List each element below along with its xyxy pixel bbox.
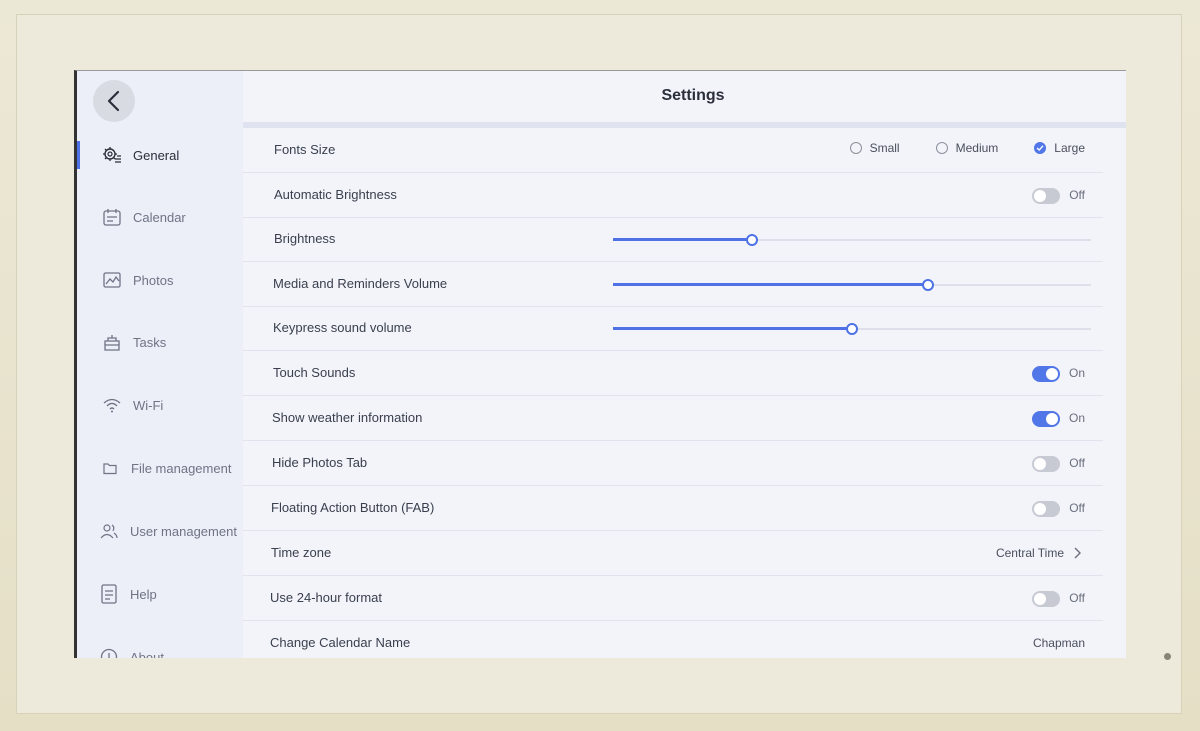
power-indicator: [1164, 653, 1171, 660]
row-label: Keypress sound volume: [273, 320, 412, 335]
calendar-name-value: Chapman: [1032, 636, 1085, 650]
slider-thumb[interactable]: [846, 323, 858, 335]
row-time-zone[interactable]: Time zone Central Time: [243, 532, 1103, 576]
toggle-knob: [1034, 503, 1046, 515]
row-touch-sounds: Touch Sounds On: [243, 352, 1103, 396]
weather-info-toggle[interactable]: [1032, 411, 1060, 427]
row-automatic-brightness: Automatic Brightness Off: [243, 174, 1103, 218]
toggle-state-text: On: [1068, 366, 1085, 380]
sidebar-item-wifi[interactable]: Wi-Fi: [77, 385, 267, 425]
hide-photos-toggle[interactable]: [1032, 456, 1060, 472]
sidebar-item-photos[interactable]: Photos: [77, 260, 267, 300]
sidebar: General Calendar Photos Tasks Wi-Fi File…: [77, 71, 243, 658]
row-hide-photos: Hide Photos Tab Off: [243, 442, 1103, 486]
slider-fill: [613, 327, 852, 330]
fonts-size-radio-group: Small Medium Large: [814, 141, 1085, 155]
info-icon: [98, 646, 120, 658]
row-brightness: Brightness: [243, 218, 1103, 262]
toggle-state-text: Off: [1069, 456, 1085, 470]
row-label: Change Calendar Name: [270, 635, 411, 650]
24-hour-toggle[interactable]: [1032, 591, 1060, 607]
toggle-knob: [1046, 413, 1058, 425]
toggle-state-text: Off: [1069, 188, 1085, 202]
page-title: Settings: [661, 87, 725, 104]
sidebar-item-label: Wi-Fi: [133, 397, 164, 413]
toggle-state-text: Off: [1069, 501, 1085, 515]
keypress-volume-slider[interactable]: [613, 323, 1091, 335]
sidebar-item-label: About: [130, 649, 164, 659]
row-fonts-size: Fonts Size Small Medium Large: [243, 129, 1103, 173]
back-button[interactable]: [93, 80, 135, 122]
folder-icon: [99, 457, 121, 479]
touch-sounds-toggle[interactable]: [1032, 366, 1060, 382]
media-volume-slider[interactable]: [613, 279, 1091, 291]
photo-icon: [101, 269, 123, 291]
sidebar-item-about[interactable]: About: [77, 637, 264, 658]
brightness-slider[interactable]: [613, 234, 1091, 246]
slider-fill: [613, 283, 929, 286]
radio-unchecked-icon: [935, 142, 948, 154]
fab-toggle[interactable]: [1032, 501, 1060, 517]
wifi-icon: [101, 394, 123, 416]
sidebar-item-general[interactable]: General: [77, 135, 267, 175]
row-keypress-volume: Keypress sound volume: [243, 307, 1103, 351]
row-label: Hide Photos Tab: [272, 455, 368, 470]
slider-fill: [613, 238, 752, 241]
sidebar-item-label: User management: [130, 523, 237, 539]
radio-label: Large: [1054, 141, 1085, 155]
row-label: Use 24-hour format: [270, 590, 382, 605]
radio-label: Small: [869, 141, 900, 155]
gear-list-icon: [101, 144, 123, 166]
radio-label: Medium: [955, 141, 999, 155]
row-label: Brightness: [274, 231, 336, 246]
slider-thumb[interactable]: [922, 279, 935, 291]
chevron-left-icon: [107, 90, 120, 112]
settings-panel: Settings Fonts Size Small Medium Large A…: [243, 71, 1126, 658]
row-label: Floating Action Button (FAB): [271, 500, 435, 515]
row-label: Touch Sounds: [273, 365, 356, 380]
chevron-right-icon: [1074, 547, 1081, 559]
toggle-state-text: On: [1068, 411, 1085, 425]
sidebar-item-help[interactable]: Help: [77, 574, 264, 614]
radio-medium[interactable]: Medium: [935, 141, 999, 155]
sidebar-item-label: General: [133, 147, 180, 163]
slider-thumb[interactable]: [745, 234, 758, 246]
row-calendar-name[interactable]: Change Calendar Name Chapman: [243, 622, 1103, 658]
row-label: Time zone: [271, 545, 332, 560]
sidebar-item-file-management[interactable]: File management: [77, 448, 265, 488]
toggle-state-text: Off: [1069, 591, 1085, 605]
radio-small[interactable]: Small: [849, 141, 900, 155]
radio-unchecked-icon: [849, 142, 862, 154]
toggle-knob: [1034, 458, 1046, 470]
sidebar-item-user-management[interactable]: User management: [77, 511, 264, 551]
row-24-hour: Use 24-hour format Off: [243, 577, 1103, 621]
screen: General Calendar Photos Tasks Wi-Fi File…: [74, 70, 1126, 658]
header-divider: [243, 122, 1126, 128]
calendar-icon: [101, 206, 123, 228]
sidebar-item-label: Tasks: [133, 334, 167, 350]
tasks-icon: [101, 331, 123, 353]
radio-large[interactable]: Large: [1034, 141, 1085, 155]
row-media-volume: Media and Reminders Volume: [243, 263, 1103, 307]
sidebar-item-tasks[interactable]: Tasks: [77, 322, 267, 362]
sidebar-item-label: Photos: [133, 272, 174, 288]
sidebar-item-label: Help: [130, 586, 157, 602]
users-icon: [98, 520, 120, 542]
sidebar-item-calendar[interactable]: Calendar: [77, 197, 267, 237]
row-label: Show weather information: [272, 410, 423, 425]
sidebar-item-label: Calendar: [133, 209, 186, 225]
sidebar-item-label: File management: [131, 460, 232, 476]
row-label: Media and Reminders Volume: [273, 276, 448, 291]
row-label: Automatic Brightness: [274, 187, 397, 202]
radio-checked-icon: [1034, 142, 1047, 154]
automatic-brightness-toggle[interactable]: [1032, 188, 1060, 204]
time-zone-value: Central Time: [995, 546, 1064, 560]
help-doc-icon: [98, 583, 120, 605]
row-weather-info: Show weather information On: [243, 397, 1103, 441]
row-label: Fonts Size: [274, 142, 336, 157]
toggle-knob: [1034, 593, 1046, 605]
row-fab: Floating Action Button (FAB) Off: [243, 487, 1103, 531]
toggle-knob: [1034, 190, 1046, 202]
toggle-knob: [1046, 368, 1058, 380]
